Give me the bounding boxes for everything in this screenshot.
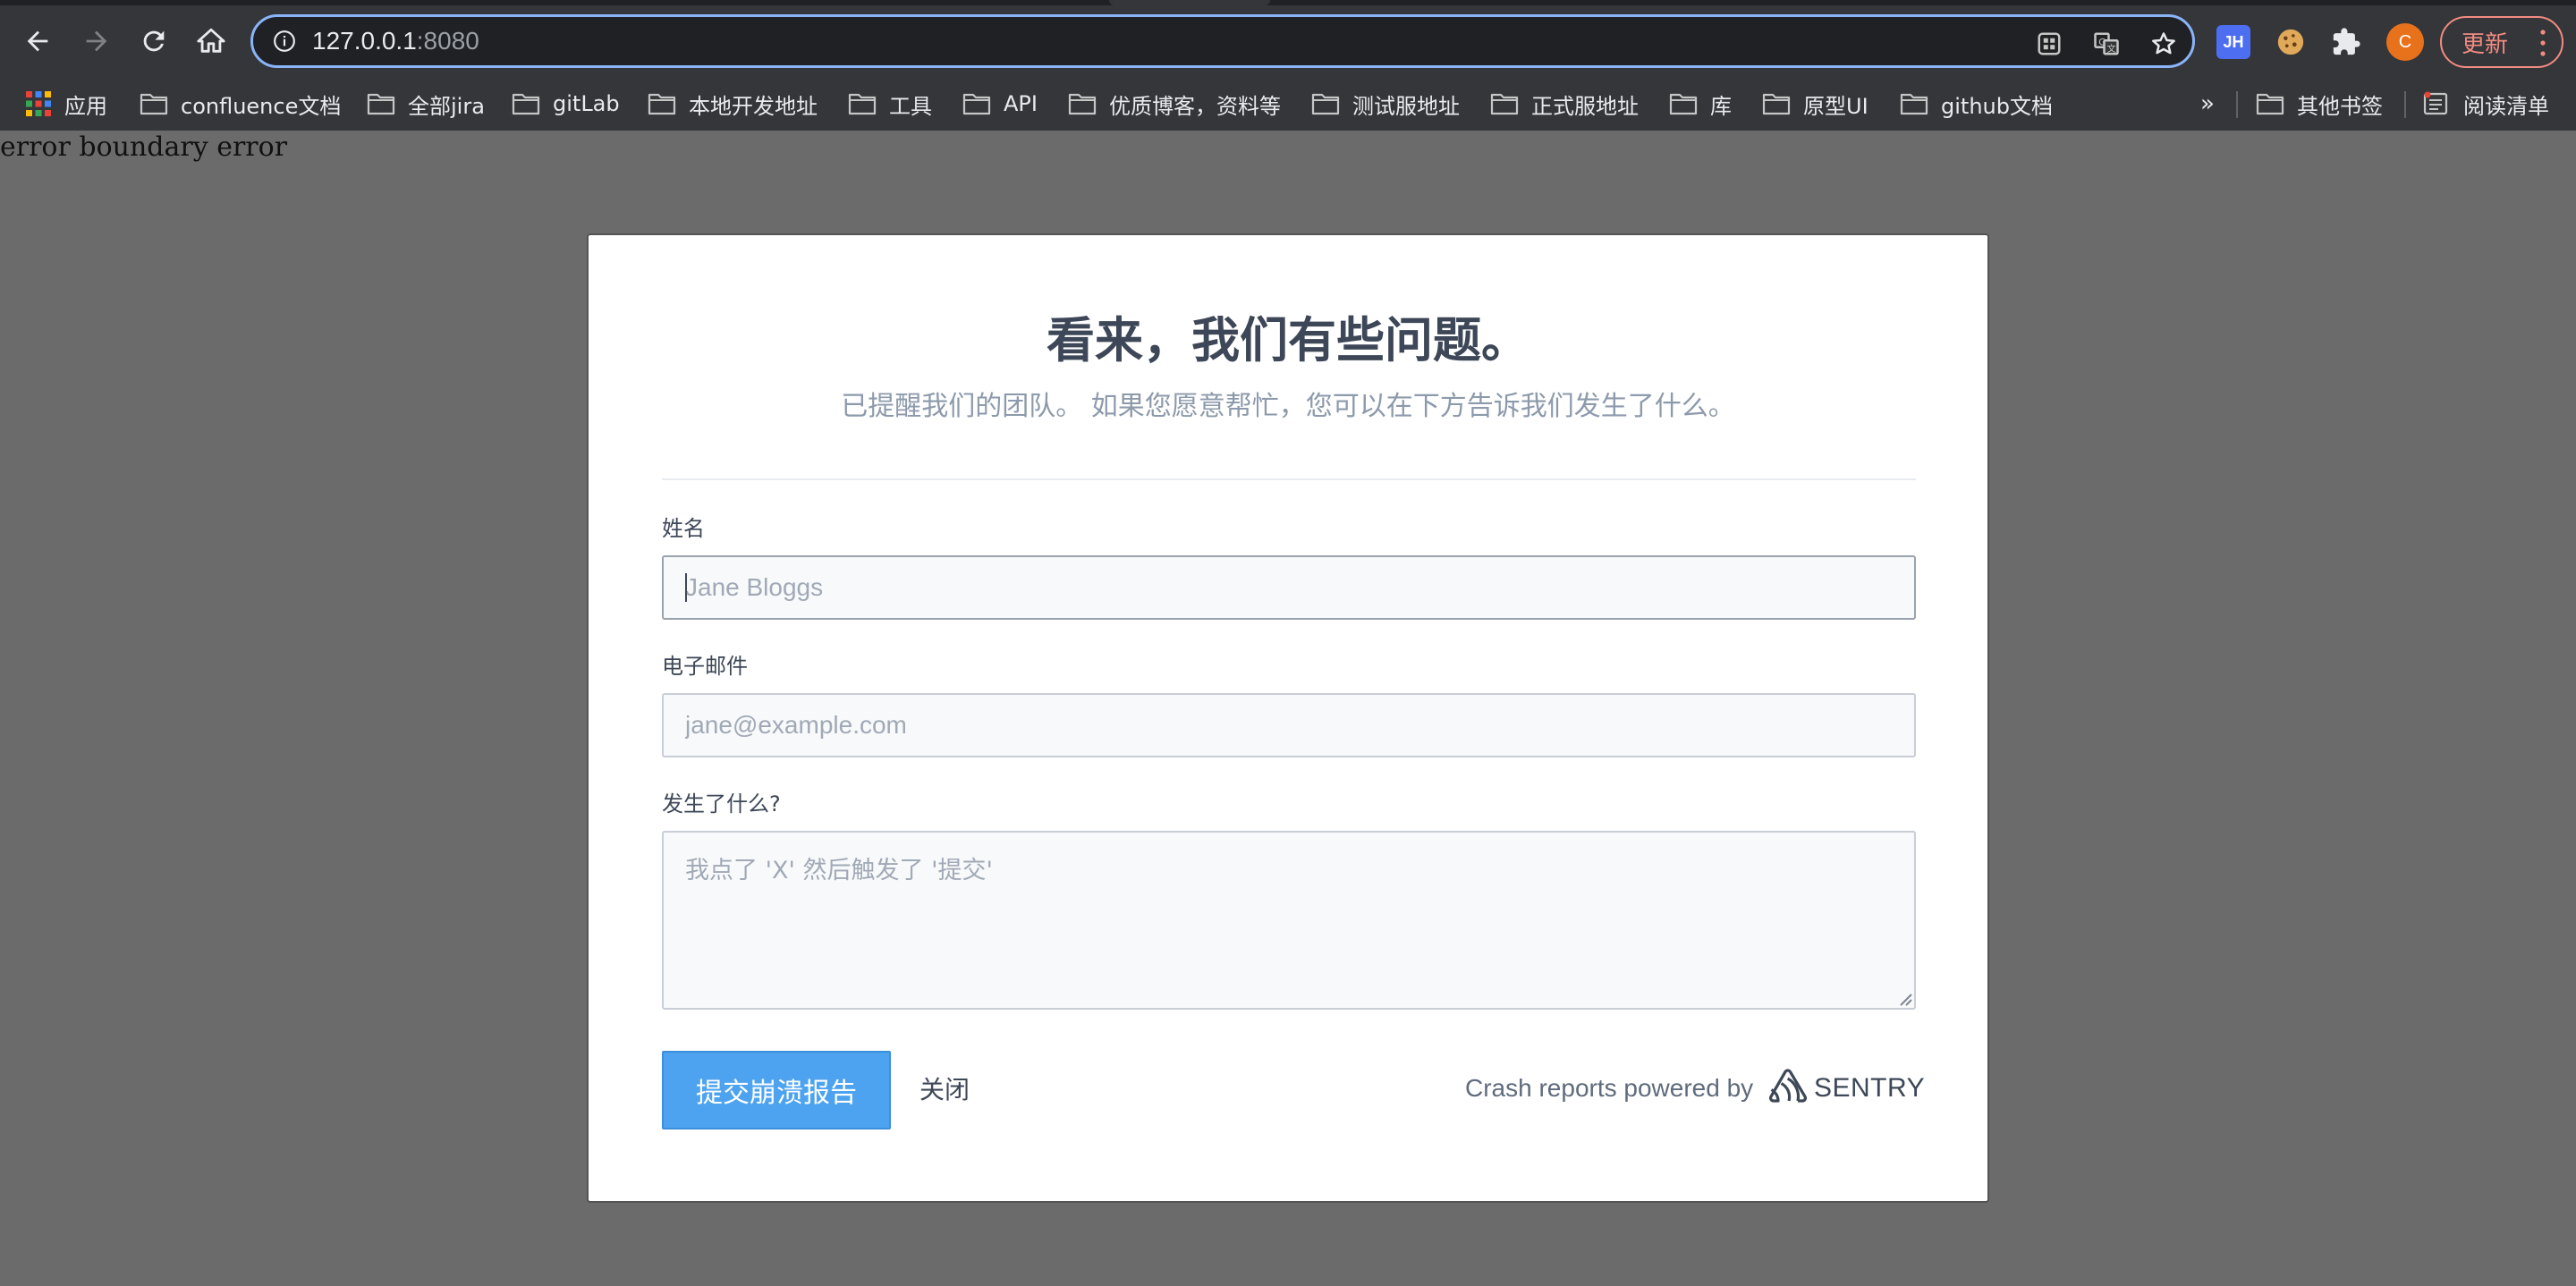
bookmark-folder[interactable]: 正式服地址 bbox=[1490, 86, 1639, 122]
folder-icon bbox=[512, 93, 540, 115]
bookmark-folder[interactable]: 工具 bbox=[848, 86, 932, 122]
powered-by-text: Crash reports powered by bbox=[1465, 1074, 1754, 1102]
name-input[interactable] bbox=[662, 555, 1916, 620]
bookmark-label: confluence文档 bbox=[181, 93, 342, 119]
folder-icon bbox=[140, 93, 168, 115]
bookmark-apps[interactable]: 应用 bbox=[25, 86, 107, 122]
bookmark-label: 优质博客，资料等 bbox=[1109, 93, 1281, 119]
cookie-icon bbox=[2277, 29, 2304, 55]
bookmarks-separator bbox=[2236, 91, 2238, 118]
update-label: 更新 bbox=[2462, 30, 2509, 58]
arrow-left-icon bbox=[27, 30, 48, 52]
bookmark-folder[interactable]: confluence文档 bbox=[140, 86, 341, 122]
comments-label: 发生了什么? bbox=[662, 791, 781, 816]
forward-button[interactable] bbox=[73, 18, 120, 64]
bookmark-label: github文档 bbox=[1941, 93, 2053, 119]
url-host: 127.0.0.1 bbox=[312, 27, 417, 55]
bookmarks-separator bbox=[2404, 91, 2406, 118]
bookmark-folder[interactable]: gitLab bbox=[512, 86, 620, 122]
bookmarks-bar: 应用 confluence文档 全部jira gitLab 本地开发地址 工具 … bbox=[0, 79, 2576, 131]
puzzle-piece-icon bbox=[2333, 28, 2360, 55]
folder-icon bbox=[1068, 93, 1097, 115]
qr-code-button[interactable] bbox=[2033, 28, 2065, 60]
close-button[interactable]: 关闭 bbox=[919, 1072, 970, 1108]
email-input[interactable] bbox=[662, 693, 1916, 757]
folder-icon bbox=[2256, 93, 2284, 115]
bookmarks-overflow-button[interactable]: » bbox=[2200, 86, 2215, 122]
bookmark-folder[interactable]: API bbox=[962, 86, 1038, 122]
bookmark-label: 本地开发地址 bbox=[689, 93, 818, 119]
bookmark-folder[interactable]: 测试服地址 bbox=[1311, 86, 1460, 122]
browser-chrome: 127.0.0.1:8080 G文 JH C 更新 应用 confluence文… bbox=[0, 0, 2576, 131]
reading-list-label: 阅读清单 bbox=[2463, 93, 2549, 119]
bookmark-other-folder[interactable]: 其他书签 bbox=[2256, 86, 2383, 122]
crash-report-dialog: 看来，我们有些问题。 已提醒我们的团队。 如果您愿意帮忙，您可以在下方告诉我们发… bbox=[587, 233, 1989, 1203]
bookmark-folder[interactable]: github文档 bbox=[1900, 86, 2053, 122]
info-icon[interactable] bbox=[273, 30, 296, 53]
folder-icon bbox=[1900, 93, 1928, 115]
folder-icon bbox=[648, 93, 676, 115]
submit-crash-report-button[interactable]: 提交崩溃报告 bbox=[662, 1051, 891, 1129]
svg-text:文: 文 bbox=[2107, 43, 2116, 55]
bookmark-label: 原型UI bbox=[1803, 93, 1868, 119]
bookmark-folder[interactable]: 优质博客，资料等 bbox=[1068, 86, 1281, 122]
bookmark-label: 全部jira bbox=[408, 93, 485, 119]
bookmark-star-button[interactable] bbox=[2148, 28, 2180, 60]
name-label: 姓名 bbox=[662, 516, 705, 541]
bookmark-label: 工具 bbox=[889, 93, 932, 119]
dialog-subtitle: 已提醒我们的团队。 如果您愿意帮忙，您可以在下方告诉我们发生了什么。 bbox=[841, 391, 1735, 422]
dialog-title: 看来，我们有些问题。 bbox=[1046, 312, 1530, 368]
reload-icon bbox=[143, 30, 165, 52]
bookmark-label: 正式服地址 bbox=[1531, 93, 1639, 119]
overflow-chevron-icon: » bbox=[2200, 90, 2215, 117]
juejin-extension-icon[interactable]: JH bbox=[2216, 25, 2250, 59]
folder-icon bbox=[367, 93, 395, 115]
update-button[interactable]: 更新 bbox=[2440, 16, 2563, 68]
home-icon bbox=[197, 28, 225, 53]
comments-textarea[interactable] bbox=[662, 831, 1916, 1010]
back-button[interactable] bbox=[14, 18, 61, 64]
text-caret bbox=[685, 573, 687, 602]
folder-icon bbox=[1762, 93, 1791, 115]
bookmark-label: gitLab bbox=[553, 91, 620, 116]
resize-grip-icon[interactable] bbox=[1896, 990, 1912, 1006]
reload-button[interactable] bbox=[131, 18, 177, 64]
extensions-button[interactable] bbox=[2329, 25, 2363, 59]
browser-toolbar: 127.0.0.1:8080 G文 JH C 更新 bbox=[0, 5, 2576, 77]
star-icon bbox=[2152, 32, 2175, 55]
url-text[interactable]: 127.0.0.1:8080 bbox=[312, 25, 479, 57]
translate-icon: G文 bbox=[2094, 32, 2119, 55]
bookmark-label: 应用 bbox=[64, 93, 107, 119]
more-vertical-icon[interactable] bbox=[2540, 29, 2546, 57]
bookmark-folder[interactable]: 库 bbox=[1669, 86, 1732, 122]
folder-icon bbox=[962, 93, 991, 115]
folder-icon bbox=[848, 93, 877, 115]
bookmark-label: 其他书签 bbox=[2297, 93, 2383, 119]
sentry-logo-icon[interactable] bbox=[1767, 1069, 1809, 1104]
bookmark-label: 测试服地址 bbox=[1352, 93, 1460, 119]
sentry-wordmark[interactable]: SENTRY bbox=[1814, 1070, 1925, 1106]
apps-grid-icon bbox=[26, 91, 51, 116]
profile-avatar[interactable]: C bbox=[2386, 23, 2424, 61]
address-bar[interactable]: 127.0.0.1:8080 G文 bbox=[250, 14, 2195, 68]
qr-code-icon bbox=[2038, 32, 2061, 55]
home-button[interactable] bbox=[188, 18, 234, 64]
reading-list-button[interactable]: 阅读清单 bbox=[2422, 86, 2549, 122]
cookie-extension-icon[interactable] bbox=[2274, 25, 2308, 59]
bookmark-label: API bbox=[1004, 91, 1038, 116]
folder-icon bbox=[1669, 93, 1698, 115]
translate-button[interactable]: G文 bbox=[2090, 28, 2123, 60]
dialog-divider bbox=[662, 478, 1916, 480]
bookmark-folder[interactable]: 本地开发地址 bbox=[648, 86, 818, 122]
error-boundary-text: error boundary error bbox=[0, 131, 288, 163]
bookmark-folder[interactable]: 全部jira bbox=[367, 86, 485, 122]
reading-list-icon bbox=[2423, 91, 2448, 115]
bookmark-label: 库 bbox=[1710, 93, 1732, 119]
folder-icon bbox=[1490, 93, 1519, 115]
email-label: 电子邮件 bbox=[662, 654, 748, 679]
url-port: :8080 bbox=[416, 27, 479, 55]
arrow-right-icon bbox=[86, 30, 107, 52]
bookmark-folder[interactable]: 原型UI bbox=[1762, 86, 1868, 122]
folder-icon bbox=[1311, 93, 1340, 115]
